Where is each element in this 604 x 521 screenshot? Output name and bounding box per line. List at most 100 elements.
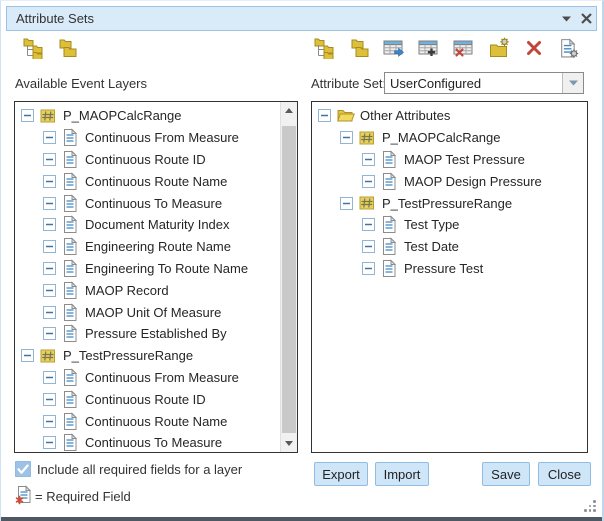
tree-item[interactable]: Test Date bbox=[312, 236, 587, 258]
tree-item[interactable]: Continuous To Measure bbox=[15, 432, 280, 452]
collapse-expander-icon[interactable] bbox=[43, 262, 56, 275]
tree-item[interactable]: P_TestPressureRange bbox=[312, 192, 587, 214]
scroll-up-button[interactable] bbox=[281, 102, 297, 119]
collapse-expander-icon[interactable] bbox=[43, 197, 56, 210]
window-bottom-edge bbox=[1, 517, 602, 521]
tree-item[interactable]: Engineering Route Name bbox=[15, 236, 280, 258]
tree-item[interactable]: P_MAOPCalcRange bbox=[312, 127, 587, 149]
include-required-label: Include all required fields for a layer bbox=[37, 462, 242, 477]
collapse-expander-icon[interactable] bbox=[43, 415, 56, 428]
tree-item[interactable]: Continuous Route ID bbox=[15, 388, 280, 410]
field-icon bbox=[62, 368, 80, 387]
delete-button[interactable] bbox=[523, 37, 545, 59]
vertical-scrollbar[interactable] bbox=[280, 102, 297, 452]
pin-menu-button[interactable] bbox=[556, 9, 576, 29]
close-dialog-button[interactable]: Close bbox=[538, 462, 591, 486]
table-add-button[interactable] bbox=[418, 37, 440, 59]
tree-item[interactable]: Pressure Established By bbox=[15, 323, 280, 345]
tree-item[interactable]: Continuous Route Name bbox=[15, 170, 280, 192]
tree-item-label: MAOP Test Pressure bbox=[404, 152, 525, 167]
tree-item-label: Continuous Route ID bbox=[85, 392, 206, 407]
event-layer-icon bbox=[359, 195, 377, 211]
attribute-sets-dialog: Attribute Sets Available Event Layers At… bbox=[0, 0, 604, 521]
folders-button[interactable] bbox=[56, 37, 78, 59]
tree-item[interactable]: Continuous From Measure bbox=[15, 367, 280, 389]
tree-item-label: Other Attributes bbox=[360, 108, 450, 123]
folder-open-icon bbox=[337, 108, 355, 123]
document-settings-button[interactable] bbox=[558, 37, 580, 59]
resize-grip[interactable] bbox=[584, 500, 596, 512]
collapse-expander-icon[interactable] bbox=[362, 218, 375, 231]
collapse-expander-icon[interactable] bbox=[43, 371, 56, 384]
collapse-expander-icon[interactable] bbox=[43, 306, 56, 319]
tree-item[interactable]: P_MAOPCalcRange bbox=[15, 105, 280, 127]
field-icon bbox=[381, 237, 399, 256]
tree-item[interactable]: Pressure Test bbox=[312, 258, 587, 280]
collapse-expander-icon[interactable] bbox=[21, 109, 34, 122]
titlebar[interactable]: Attribute Sets bbox=[6, 6, 597, 31]
tree-item-label: P_MAOPCalcRange bbox=[382, 130, 501, 145]
include-required-checkbox[interactable] bbox=[15, 461, 31, 477]
tree-item[interactable]: MAOP Record bbox=[15, 279, 280, 301]
tree-item[interactable]: P_TestPressureRange bbox=[15, 345, 280, 367]
tree-item[interactable]: MAOP Design Pressure bbox=[312, 170, 587, 192]
folder-new-button[interactable] bbox=[488, 37, 510, 59]
tree-item-label: Continuous Route Name bbox=[85, 174, 227, 189]
collapse-expander-icon[interactable] bbox=[43, 393, 56, 406]
field-icon bbox=[62, 324, 80, 343]
collapse-expander-icon[interactable] bbox=[340, 131, 353, 144]
export-button[interactable]: Export bbox=[314, 462, 368, 486]
collapse-expander-icon[interactable] bbox=[43, 153, 56, 166]
tree-item[interactable]: Continuous Route Name bbox=[15, 410, 280, 432]
tree-item[interactable]: Document Maturity Index bbox=[15, 214, 280, 236]
tree-item-label: Continuous Route Name bbox=[85, 414, 227, 429]
collapse-expander-icon[interactable] bbox=[362, 153, 375, 166]
field-icon bbox=[381, 215, 399, 234]
layer-tree-button[interactable] bbox=[22, 37, 44, 59]
collapse-expander-icon[interactable] bbox=[43, 218, 56, 231]
scroll-down-button[interactable] bbox=[281, 435, 297, 452]
import-button[interactable]: Import bbox=[375, 462, 429, 486]
tree-item[interactable]: Test Type bbox=[312, 214, 587, 236]
tree-item-label: P_TestPressureRange bbox=[382, 196, 512, 211]
tree-item-label: Continuous From Measure bbox=[85, 130, 239, 145]
collapse-expander-icon[interactable] bbox=[43, 131, 56, 144]
collapse-expander-icon[interactable] bbox=[362, 262, 375, 275]
tree-item-label: Test Date bbox=[404, 239, 459, 254]
collapse-expander-icon[interactable] bbox=[43, 240, 56, 253]
tree-item[interactable]: Continuous From Measure bbox=[15, 127, 280, 149]
field-icon bbox=[381, 172, 399, 191]
tree-item-label: Engineering Route Name bbox=[85, 239, 231, 254]
available-event-layers-label: Available Event Layers bbox=[15, 76, 147, 91]
dropdown-arrow-button[interactable] bbox=[562, 73, 583, 93]
collapse-expander-icon[interactable] bbox=[43, 436, 56, 449]
collapse-expander-icon[interactable] bbox=[362, 175, 375, 188]
tree-item[interactable]: Continuous To Measure bbox=[15, 192, 280, 214]
collapse-expander-icon[interactable] bbox=[43, 284, 56, 297]
table-remove-button[interactable] bbox=[453, 37, 475, 59]
close-button[interactable] bbox=[576, 9, 596, 29]
collapse-expander-icon[interactable] bbox=[43, 175, 56, 188]
attribute-set-dropdown[interactable]: UserConfigured bbox=[384, 72, 584, 94]
save-button[interactable]: Save bbox=[482, 462, 530, 486]
tree-item[interactable]: Continuous Route ID bbox=[15, 149, 280, 171]
tree-item[interactable]: Other Attributes bbox=[312, 105, 587, 127]
collapse-expander-icon[interactable] bbox=[340, 197, 353, 210]
collapse-expander-icon[interactable] bbox=[21, 349, 34, 362]
collapse-expander-icon[interactable] bbox=[318, 109, 331, 122]
collapse-expander-icon[interactable] bbox=[43, 327, 56, 340]
table-export-button[interactable] bbox=[383, 37, 405, 59]
tree-item[interactable]: MAOP Test Pressure bbox=[312, 149, 587, 171]
tree-item[interactable]: MAOP Unit Of Measure bbox=[15, 301, 280, 323]
field-icon bbox=[62, 412, 80, 431]
window-title: Attribute Sets bbox=[7, 11, 556, 26]
layer-tree-button[interactable] bbox=[313, 37, 335, 59]
field-icon bbox=[62, 259, 80, 278]
scroll-thumb[interactable] bbox=[282, 126, 296, 433]
toolbar-left bbox=[22, 37, 78, 59]
tree-item[interactable]: Engineering To Route Name bbox=[15, 258, 280, 280]
collapse-expander-icon[interactable] bbox=[362, 240, 375, 253]
folders-button[interactable] bbox=[348, 37, 370, 59]
field-icon bbox=[62, 390, 80, 409]
attribute-set-tree: Other Attributes P_MAOPCalcRange MAOP Test… bbox=[312, 102, 587, 452]
